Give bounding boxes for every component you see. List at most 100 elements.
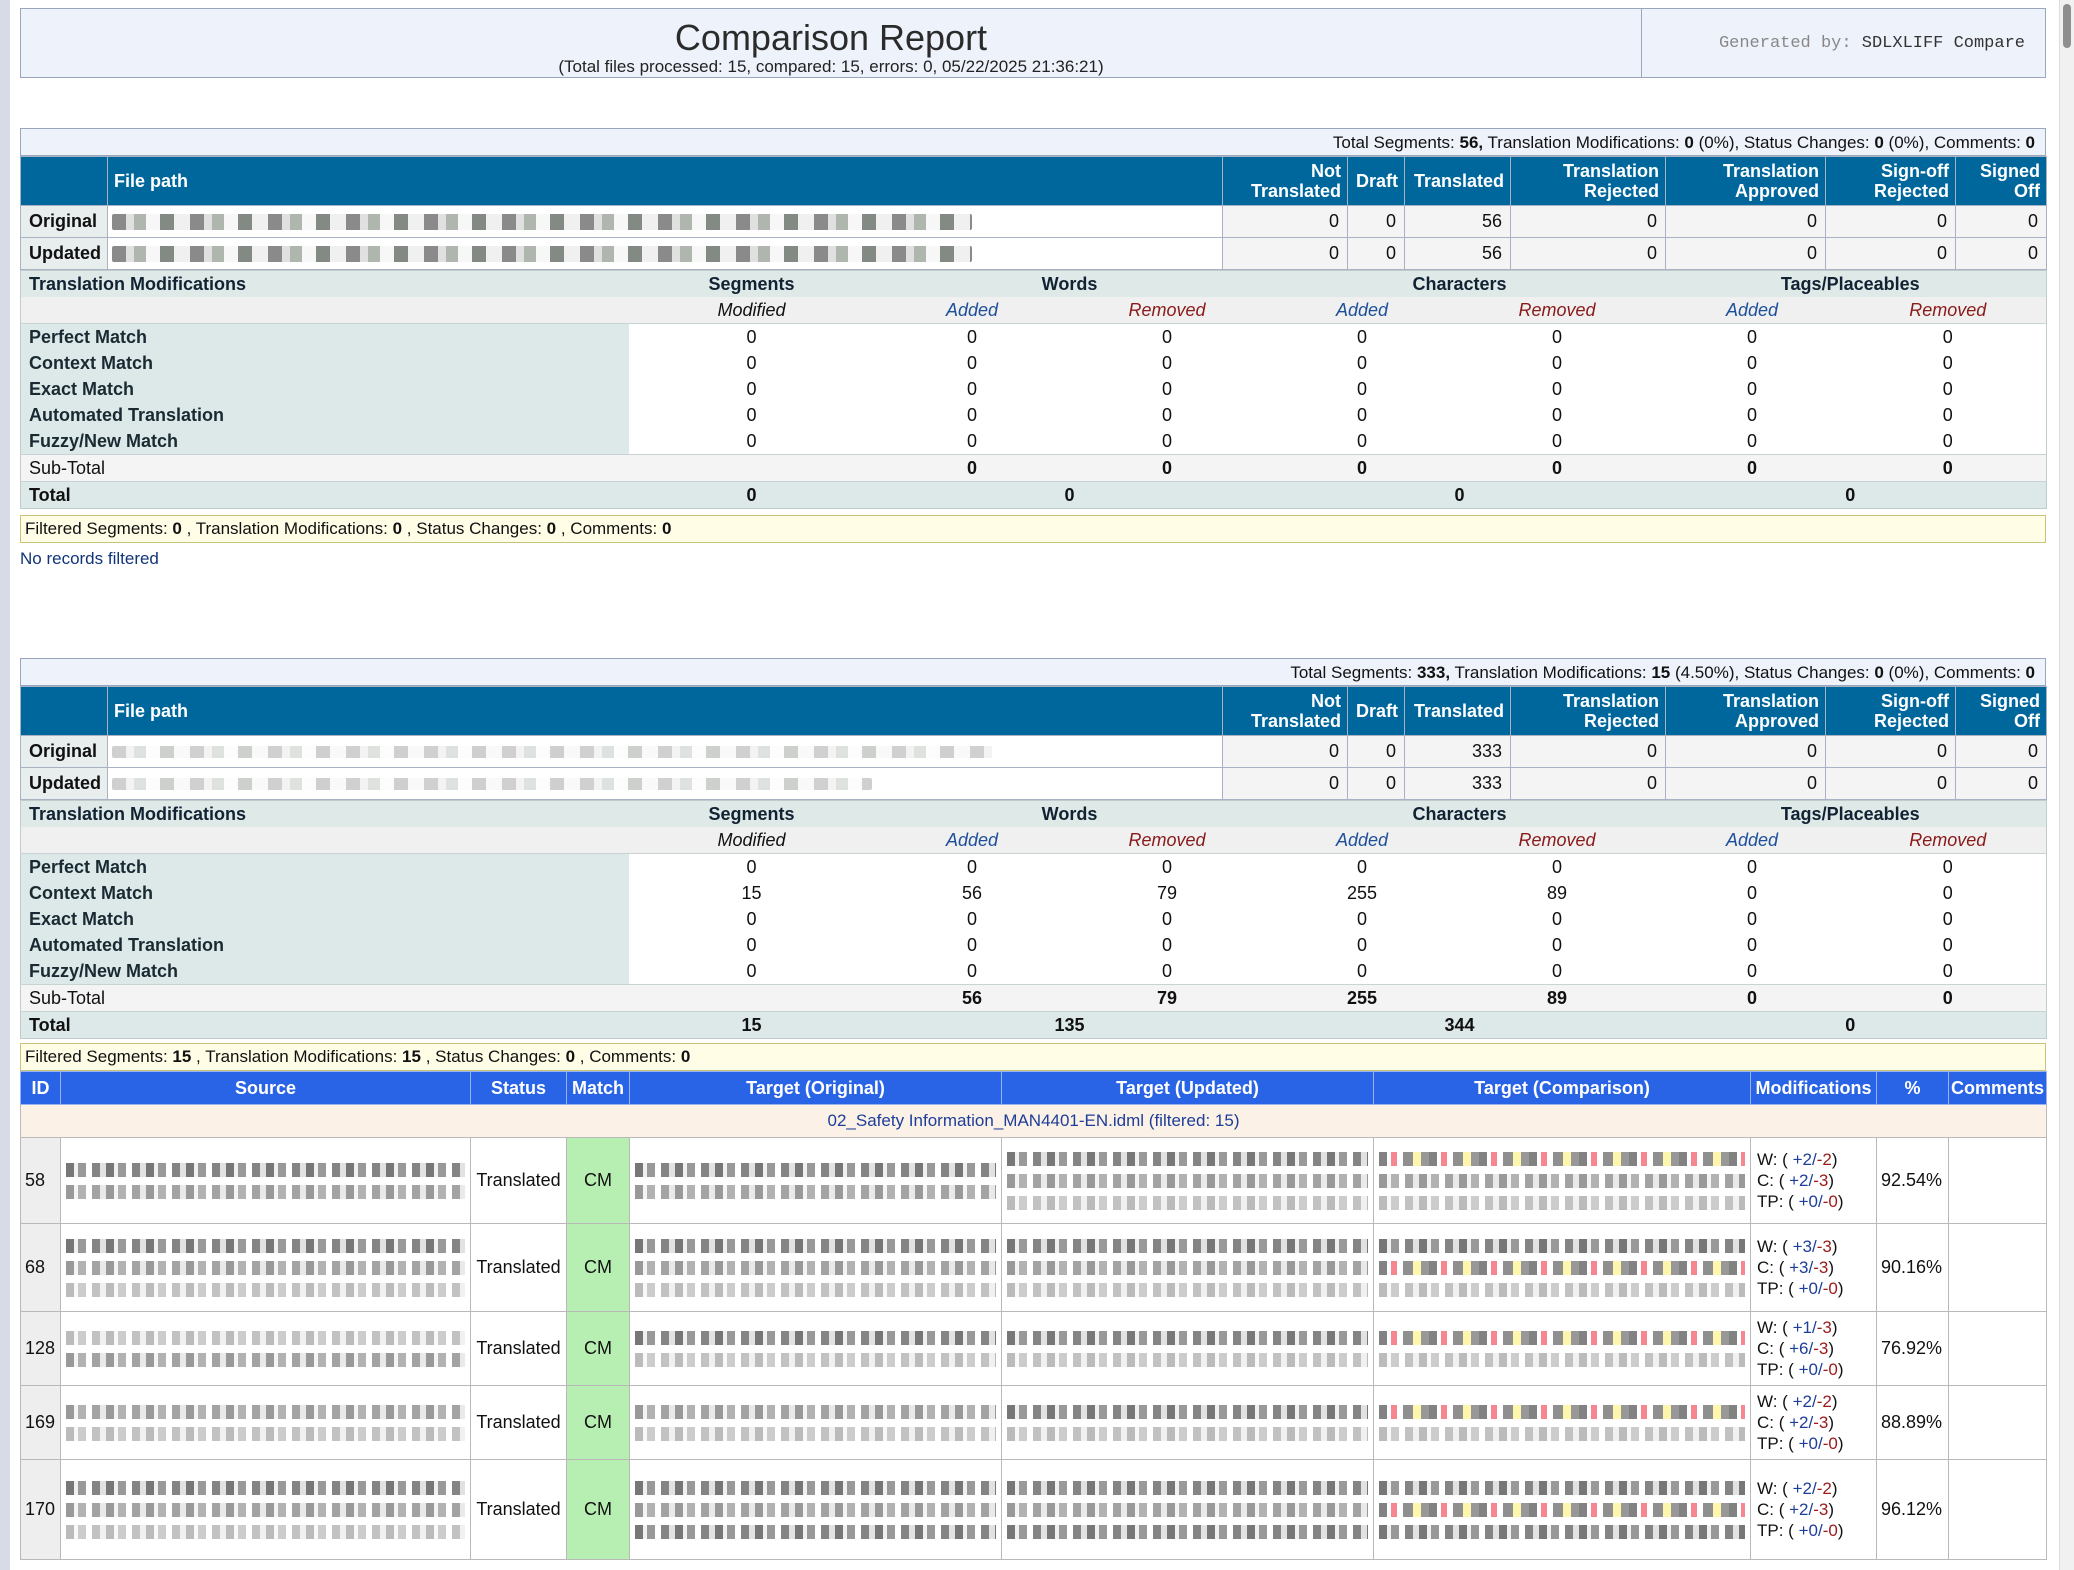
col-percent[interactable]: %: [1876, 1071, 1949, 1105]
row-label: Context Match: [20, 880, 629, 906]
col-id[interactable]: ID: [20, 1071, 61, 1105]
filter-value: 0: [661, 519, 672, 538]
file-block-1: Total Segments: 56, Translation Modifica…: [20, 128, 2048, 569]
cell: 56: [1404, 237, 1511, 270]
col-status[interactable]: Status: [470, 1071, 567, 1105]
mod-removed: -3: [1816, 1237, 1832, 1256]
match-percent: 76.92%: [1876, 1311, 1949, 1386]
vertical-scrollbar[interactable]: [2059, 0, 2074, 1570]
comments-cell[interactable]: [1948, 1459, 2047, 1560]
cell: 89: [1459, 984, 1655, 1012]
words-mod: W: ( +1/-3): [1757, 1317, 1875, 1338]
comments-cell[interactable]: [1948, 1137, 2047, 1224]
comments-cell[interactable]: [1948, 1385, 2047, 1460]
cell: 344: [1264, 1011, 1655, 1039]
col-modifications[interactable]: Modifications: [1750, 1071, 1877, 1105]
words-mod: W: ( +2/-2): [1757, 1478, 1875, 1499]
segment-row[interactable]: 68 Translated CM W: ( +3/-3) C: ( +3/-3)…: [20, 1223, 2047, 1312]
col-translation-approved: Translation Approved: [1665, 686, 1826, 736]
fuzzy-match-row: Fuzzy/New Match 0 0 0 0 0 0 0: [20, 958, 2047, 985]
cell: 0: [628, 906, 875, 932]
cell: 0: [1459, 350, 1655, 376]
cell: 0: [1459, 958, 1655, 985]
tags-mod: TP: ( +0/-0): [1757, 1520, 1875, 1541]
cell: 15: [628, 1011, 875, 1039]
col-target-comparison[interactable]: Target (Comparison): [1373, 1071, 1751, 1105]
col-translation-approved: Translation Approved: [1665, 156, 1826, 206]
total-row: Total 0 0 0 0: [20, 481, 2047, 509]
blank: [20, 297, 629, 324]
segment-status: Translated: [470, 1223, 567, 1312]
cell: 0: [1347, 767, 1405, 800]
mod-removed: -2: [1816, 1392, 1832, 1411]
cell: 0: [1654, 323, 1850, 350]
cell: 0: [1459, 428, 1655, 455]
mod-removed: -3: [1813, 1413, 1829, 1432]
generated-by: Generated by: SDLXLIFF Compare: [1641, 9, 2045, 77]
comments-cell[interactable]: [1948, 1223, 2047, 1312]
segment-row[interactable]: 58 Translated CM W: ( +2/-2) C: ( +2/-3)…: [20, 1137, 2047, 1224]
chars-mod: C: ( +2/-3): [1757, 1499, 1875, 1520]
col-comments[interactable]: Comments: [1948, 1071, 2047, 1105]
file-path-original-redacted[interactable]: [107, 735, 1223, 768]
summary-value: 15: [1651, 663, 1671, 682]
file-name-row[interactable]: 02_Safety Information_MAN4401-EN.idml (f…: [20, 1104, 2047, 1138]
col-signoff-rejected: Sign-off Rejected: [1825, 156, 1956, 206]
file-status-table: File path Not Translated Draft Translate…: [20, 686, 2047, 800]
cell: 0: [1849, 932, 2047, 958]
cell: 0: [1459, 932, 1655, 958]
window-left-edge: [0, 0, 10, 1570]
comments-cell[interactable]: [1948, 1311, 2047, 1386]
row-label: Perfect Match: [20, 853, 629, 880]
file-path-updated-redacted[interactable]: [107, 767, 1223, 800]
total-row: Total 15 135 344 0: [20, 1011, 2047, 1039]
tags-mod: TP: ( +0/-0): [1757, 1191, 1875, 1212]
cell: 0: [1510, 237, 1666, 270]
cell: 56: [1404, 205, 1511, 238]
target-original-redacted: [629, 1223, 1002, 1312]
segment-row[interactable]: 169 Translated CM W: ( +2/-2) C: ( +2/-3…: [20, 1385, 2047, 1460]
mod-added: +2/: [1792, 1479, 1817, 1498]
col-target-updated[interactable]: Target (Updated): [1001, 1071, 1374, 1105]
report-subtitle: (Total files processed: 15, compared: 15…: [558, 57, 1104, 76]
cell: 0: [1849, 376, 2047, 402]
col-match[interactable]: Match: [566, 1071, 630, 1105]
match-badge: CM: [566, 1137, 630, 1224]
col-not-translated: Not Translated: [1222, 686, 1348, 736]
scrollbar-thumb[interactable]: [2063, 4, 2071, 48]
match-badge: CM: [566, 1223, 630, 1312]
filter-summary: Filtered Segments: 0 , Translation Modif…: [20, 515, 2046, 543]
mods-title: Translation Modifications: [20, 800, 629, 827]
modifications-cell: W: ( +2/-2) C: ( +2/-3) TP: ( +0/-0): [1750, 1137, 1877, 1224]
file-path-updated-redacted[interactable]: [107, 237, 1223, 270]
col-source[interactable]: Source: [60, 1071, 471, 1105]
chars-mod: C: ( +2/-3): [1757, 1412, 1875, 1433]
segment-row[interactable]: 128 Translated CM W: ( +1/-3) C: ( +6/-3…: [20, 1311, 2047, 1386]
row-label: Automated Translation: [20, 402, 629, 428]
tags-header: Tags/Placeables: [1654, 270, 2047, 297]
segments-header: Segments: [628, 800, 875, 827]
cell: 0: [1264, 454, 1460, 482]
cell: 0: [1825, 767, 1956, 800]
row-label: Exact Match: [20, 906, 629, 932]
updated-row: Updated 0 0 56 0 0 0 0: [20, 237, 2047, 270]
summary-value: 333,: [1416, 663, 1451, 682]
summary-text: Total Segments:: [1290, 663, 1417, 682]
match-percent: 96.12%: [1876, 1459, 1949, 1560]
mod-added: +0/: [1798, 1521, 1823, 1540]
file-path-original-redacted[interactable]: [107, 205, 1223, 238]
mod-close: ): [1837, 1279, 1844, 1298]
summary-text: Total Segments:: [1332, 133, 1460, 152]
cell: 0: [628, 402, 875, 428]
subheader-added: Added: [1264, 827, 1460, 854]
cell: 15: [628, 880, 875, 906]
col-target-original[interactable]: Target (Original): [629, 1071, 1002, 1105]
cell: 0: [1459, 402, 1655, 428]
match-percent: 92.54%: [1876, 1137, 1949, 1224]
match-percent: 90.16%: [1876, 1223, 1949, 1312]
exact-match-row: Exact Match 0 0 0 0 0 0 0: [20, 376, 2047, 402]
segment-status: Translated: [470, 1311, 567, 1386]
segment-row[interactable]: 170 Translated CM W: ( +2/-2) C: ( +2/-3…: [20, 1459, 2047, 1560]
segments-header: Segments: [628, 270, 875, 297]
mod-added: +2/: [1789, 1413, 1814, 1432]
